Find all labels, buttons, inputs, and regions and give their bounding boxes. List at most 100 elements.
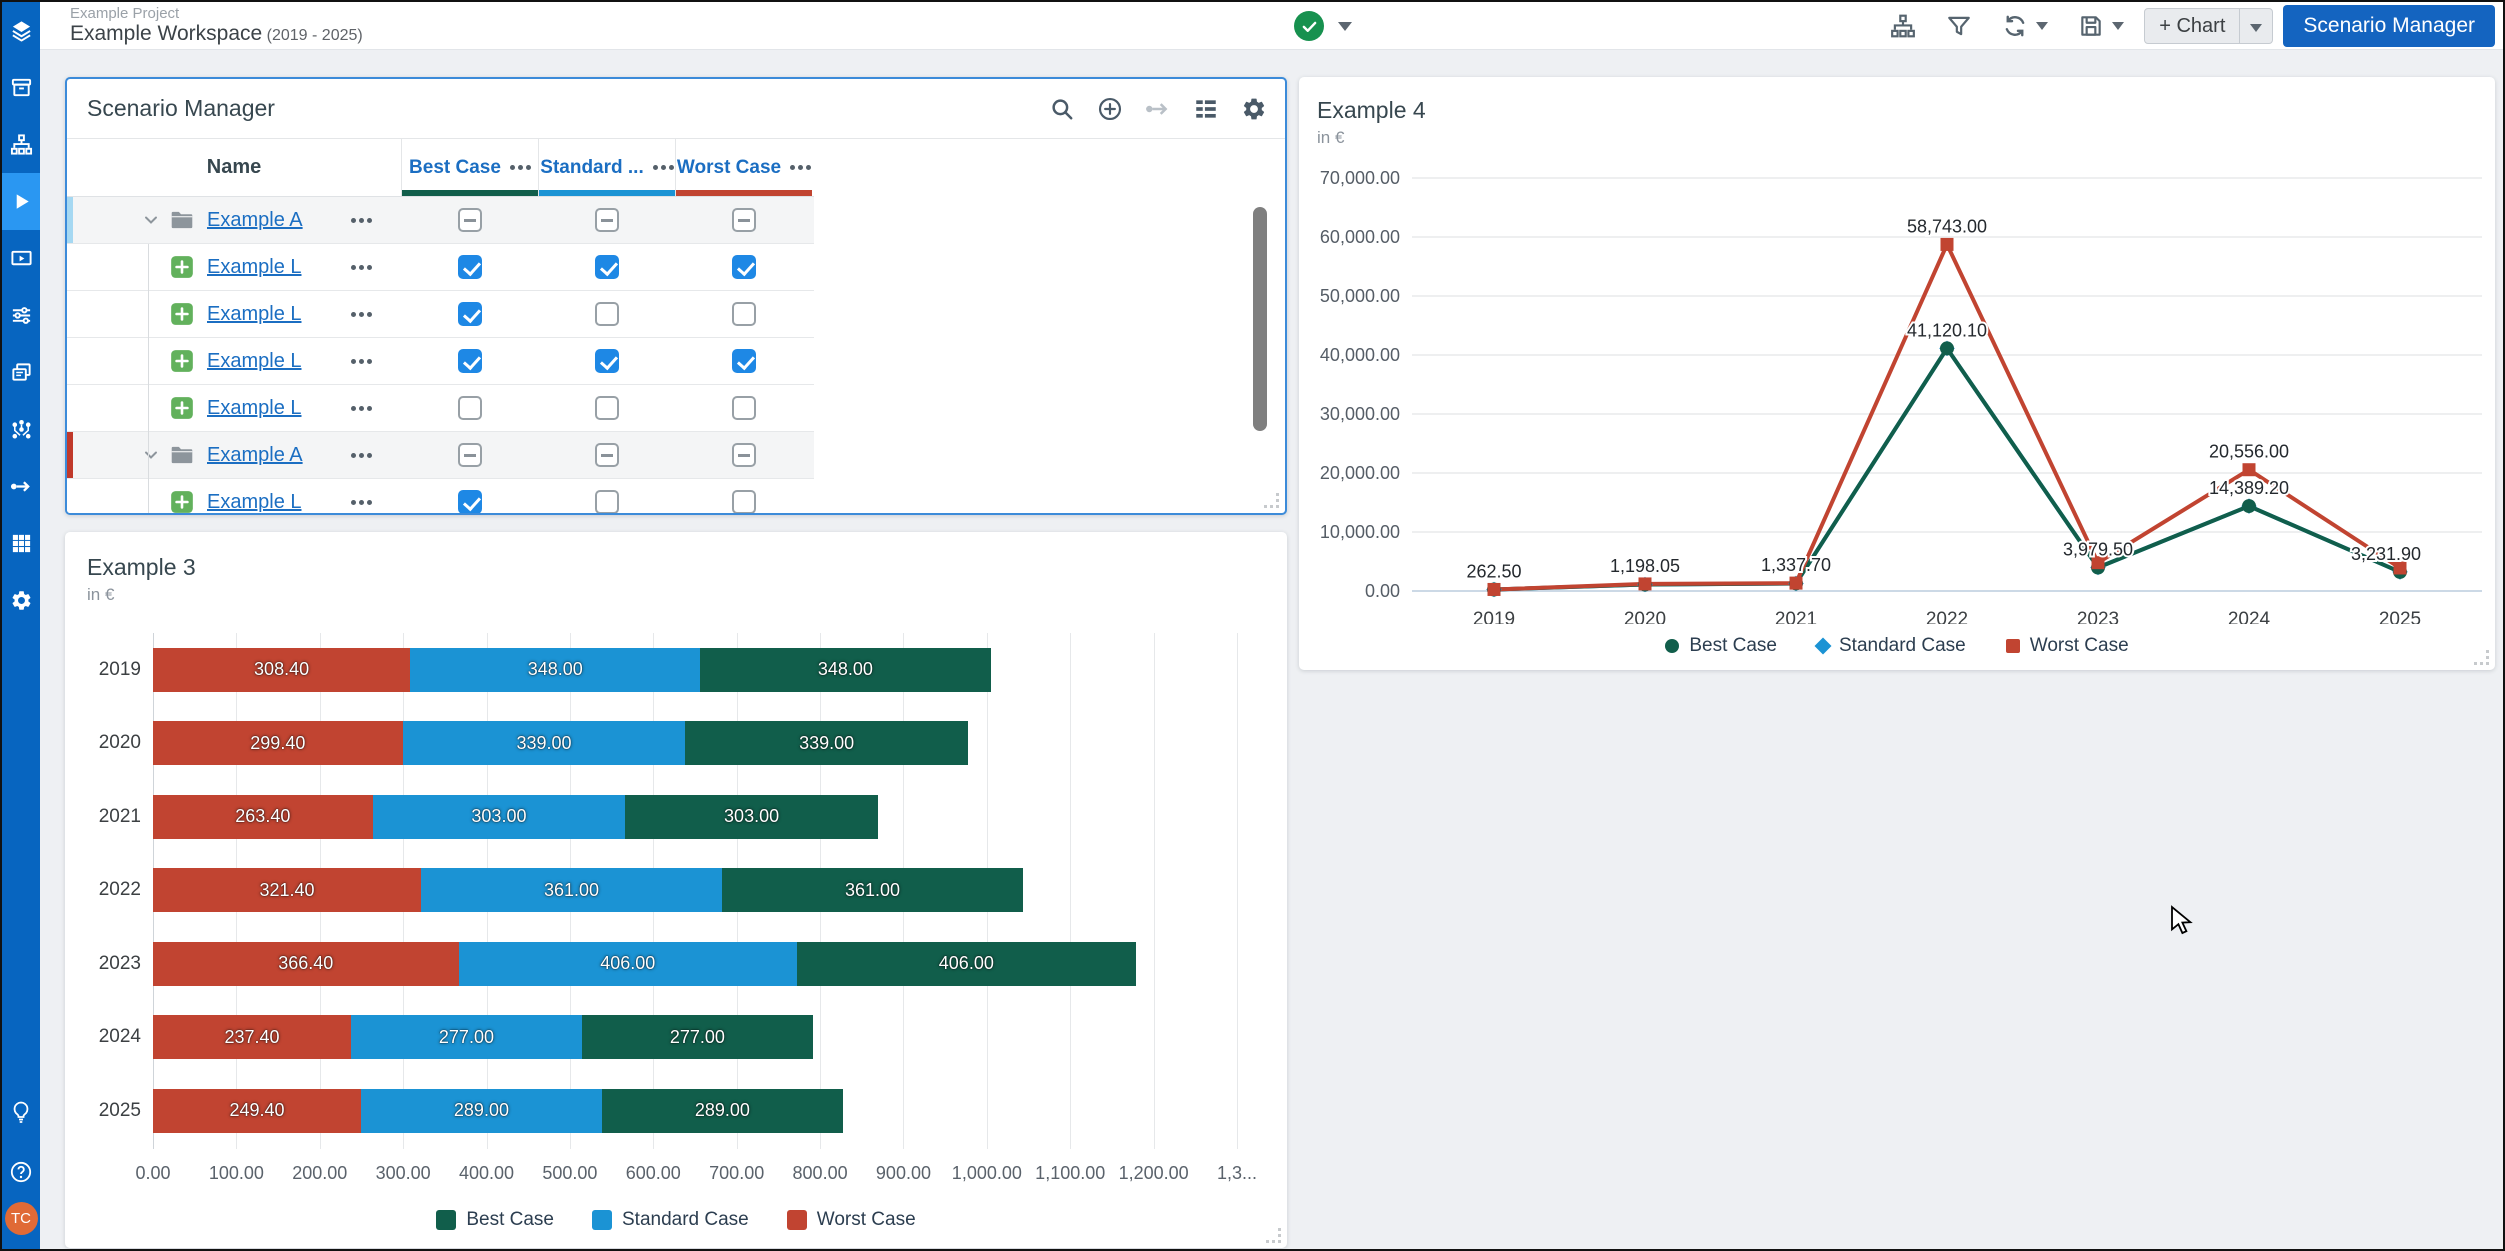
legend-item-best-case[interactable]: Best Case [436,1209,554,1231]
bar-segment-worst-case[interactable]: 237.40 [153,1015,351,1059]
checkbox-mixed[interactable] [595,208,619,232]
checkbox-mixed[interactable] [732,443,756,467]
checkbox-checked[interactable] [732,255,756,279]
point-worst-case[interactable] [2243,463,2256,476]
sidebar-item-lightbulb[interactable] [2,1082,40,1142]
column-header-worst-case[interactable]: Worst Case [675,139,812,196]
point-worst-case[interactable] [1941,238,1954,251]
gear-icon[interactable] [1241,96,1267,122]
checkbox-mixed[interactable] [458,443,482,467]
checkbox-checked[interactable] [595,349,619,373]
checkbox-unchecked[interactable] [595,490,619,514]
chevron-down-icon[interactable] [141,445,161,465]
row-link[interactable]: Example L [207,303,302,326]
bar-segment-standard-case[interactable]: 339.00 [403,721,686,765]
row-menu-icon[interactable] [351,218,372,223]
bar-segment-standard-case[interactable]: 289.00 [361,1089,602,1133]
bar-segment-best-case[interactable]: 348.00 [700,648,990,692]
row-link[interactable]: Example L [207,350,302,373]
add-chart-dropdown[interactable] [2240,15,2272,38]
bar-segment-worst-case[interactable]: 249.40 [153,1089,361,1133]
sidebar-item-copy[interactable] [2,344,40,401]
add-chart-button[interactable]: + Chart [2144,8,2273,44]
refresh-icon[interactable] [1992,9,2058,43]
checkbox-checked[interactable] [732,349,756,373]
sidebar-item-layers-logo[interactable] [2,2,40,59]
bar-segment-worst-case[interactable]: 308.40 [153,648,410,692]
plus-square-icon[interactable] [169,489,195,515]
row-link[interactable]: Example A [207,444,303,467]
checkbox-mixed[interactable] [458,208,482,232]
list-icon[interactable] [1193,96,1219,122]
scenario-manager-button[interactable]: Scenario Manager [2283,5,2495,47]
checkbox-checked[interactable] [458,349,482,373]
row-menu-icon[interactable] [653,165,674,170]
bar-segment-standard-case[interactable]: 348.00 [410,648,700,692]
bar-segment-worst-case[interactable]: 321.40 [153,868,421,912]
legend-item-standard-case[interactable]: Standard Case [592,1209,749,1231]
row-menu-icon[interactable] [510,165,531,170]
bar-segment-worst-case[interactable]: 366.40 [153,942,459,986]
plus-square-icon[interactable] [169,348,195,374]
user-avatar[interactable]: TC [5,1202,38,1235]
save-icon[interactable] [2068,9,2134,43]
column-header-standard[interactable]: Standard ... [538,139,675,196]
bar-segment-best-case[interactable]: 361.00 [722,868,1023,912]
checkbox-checked[interactable] [458,255,482,279]
row-menu-icon[interactable] [351,265,372,270]
checkbox-unchecked[interactable] [595,302,619,326]
sidebar-item-sliders[interactable] [2,287,40,344]
checkbox-checked[interactable] [595,255,619,279]
sidebar-item-workflow[interactable] [2,401,40,458]
point-best-case[interactable] [2242,499,2256,513]
legend-item-worst-case[interactable]: Worst Case [2006,635,2129,657]
bar-segment-standard-case[interactable]: 277.00 [351,1015,582,1059]
row-link[interactable]: Example A [207,209,303,232]
row-link[interactable]: Example L [207,397,302,420]
bar-segment-best-case[interactable]: 303.00 [625,795,878,839]
legend-item-best-case[interactable]: Best Case [1665,635,1777,657]
legend-item-standard-case[interactable]: Standard Case [1817,635,1966,657]
plus-square-icon[interactable] [169,254,195,280]
checkbox-unchecked[interactable] [458,396,482,420]
panel-resize-handle[interactable] [2473,649,2489,665]
chevron-down-icon[interactable] [141,210,161,230]
bar-segment-worst-case[interactable]: 299.40 [153,721,403,765]
point-worst-case[interactable] [1790,577,1803,590]
project-name[interactable]: Example Project [70,5,363,22]
bar-segment-worst-case[interactable]: 263.40 [153,795,373,839]
sidebar-item-screen-play[interactable] [2,230,40,287]
search-icon[interactable] [1049,96,1075,122]
point-worst-case[interactable] [1488,583,1501,596]
bar-segment-standard-case[interactable]: 406.00 [459,942,798,986]
bar-segment-best-case[interactable]: 277.00 [582,1015,813,1059]
sidebar-item-help[interactable] [2,1142,40,1202]
sidebar-item-arrow-right[interactable] [2,458,40,515]
row-menu-icon[interactable] [790,165,811,170]
table-scrollbar-thumb[interactable] [1253,207,1267,431]
checkbox-unchecked[interactable] [732,302,756,326]
row-menu-icon[interactable] [351,500,372,505]
checkbox-checked[interactable] [458,302,482,326]
column-header-name[interactable]: Name [67,139,401,196]
panel-resize-handle[interactable] [1265,1227,1281,1243]
bar-segment-standard-case[interactable]: 303.00 [373,795,626,839]
add-circle-icon[interactable] [1097,96,1123,122]
checkbox-mixed[interactable] [595,443,619,467]
column-header-best-case[interactable]: Best Case [401,139,538,196]
sidebar-item-archive[interactable] [2,59,40,116]
hierarchy-icon[interactable] [1880,9,1926,43]
bar-segment-standard-case[interactable]: 361.00 [421,868,722,912]
panel-resize-handle[interactable] [1263,492,1279,508]
row-link[interactable]: Example L [207,491,302,514]
row-link[interactable]: Example L [207,256,302,279]
plus-square-icon[interactable] [169,301,195,327]
status-ok-icon[interactable] [1294,11,1324,41]
checkbox-unchecked[interactable] [595,396,619,420]
checkbox-checked[interactable] [458,490,482,514]
checkbox-unchecked[interactable] [732,396,756,420]
checkbox-mixed[interactable] [732,208,756,232]
row-menu-icon[interactable] [351,406,372,411]
bar-segment-best-case[interactable]: 339.00 [685,721,968,765]
status-dropdown-caret[interactable] [1338,22,1352,31]
